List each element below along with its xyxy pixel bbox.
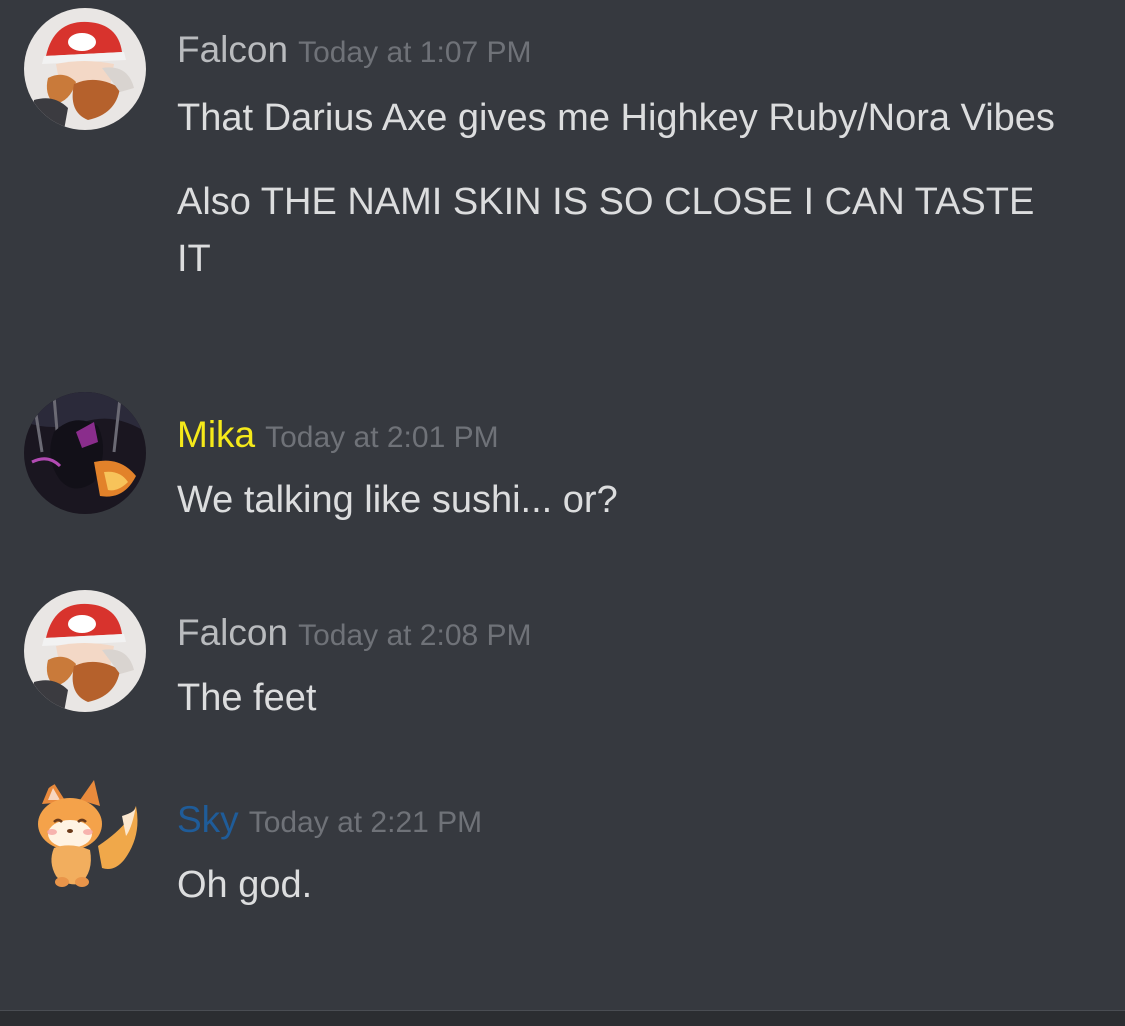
username[interactable]: Mika bbox=[177, 414, 255, 455]
message-text: Also THE NAMI SKIN IS SO CLOSE I CAN TAS… bbox=[177, 181, 1035, 280]
message-header: Falcon Today at 2:08 PM bbox=[177, 614, 532, 651]
composer-edge bbox=[0, 1010, 1125, 1026]
timestamp: Today at 1:07 PM bbox=[298, 36, 532, 69]
timestamp: Today at 2:01 PM bbox=[265, 421, 499, 454]
message-text: The feet bbox=[177, 677, 317, 719]
timestamp: Today at 2:08 PM bbox=[298, 619, 532, 652]
username[interactable]: Sky bbox=[177, 799, 239, 840]
message-text: We talking like sushi... or? bbox=[177, 479, 618, 521]
message-text: That Darius Axe gives me Highkey Ruby/No… bbox=[177, 97, 1055, 139]
message-content: We talking like sushi... or? bbox=[177, 472, 1077, 529]
message-header: Sky Today at 2:21 PM bbox=[177, 801, 482, 838]
message-content: Oh god. bbox=[177, 857, 1077, 914]
trainer-red-cap-avatar-icon[interactable] bbox=[24, 8, 146, 130]
trainer-red-cap-avatar-icon[interactable] bbox=[24, 590, 146, 712]
message-text: Oh god. bbox=[177, 864, 313, 906]
message-content: The feet bbox=[177, 670, 1077, 727]
fox-avatar-icon[interactable] bbox=[24, 776, 146, 898]
message-list[interactable]: Falcon Today at 1:07 PM That Darius Axe g… bbox=[0, 0, 1125, 1010]
message-header: Falcon Today at 1:07 PM bbox=[177, 31, 532, 68]
username[interactable]: Falcon bbox=[177, 612, 288, 653]
timestamp: Today at 2:21 PM bbox=[248, 806, 483, 839]
username[interactable]: Falcon bbox=[177, 29, 288, 70]
message-content: That Darius Axe gives me Highkey Ruby/No… bbox=[177, 90, 1077, 288]
dark-warrior-avatar-icon[interactable] bbox=[24, 392, 146, 514]
message-header: Mika Today at 2:01 PM bbox=[177, 416, 499, 453]
